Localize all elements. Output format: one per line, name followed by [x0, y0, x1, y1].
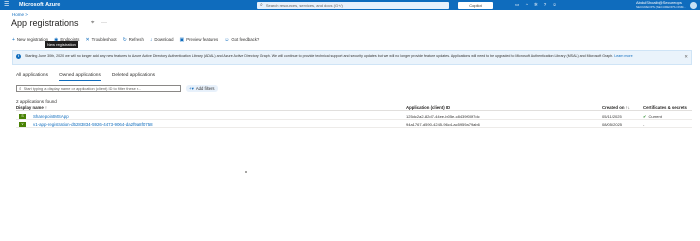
filter-input[interactable]	[23, 85, 179, 92]
certificates-status-text: Current	[648, 113, 662, 119]
wrench-icon: ✕	[85, 36, 90, 43]
hamburger-menu-icon[interactable]: ☰	[4, 1, 9, 9]
page-title: App registrations	[11, 18, 79, 28]
app-name-link[interactable]: v1-app-registration-d5283834-5926-4473-9…	[33, 122, 153, 127]
pin-icon[interactable]: ⌖	[91, 20, 94, 27]
preview-features-button[interactable]: ▣ Preview features	[179, 37, 218, 43]
download-label: Download	[154, 37, 174, 42]
certificates-status-text: -	[643, 121, 645, 127]
terminal-icon[interactable]: ▭	[515, 1, 519, 9]
copilot-button[interactable]: Copilot	[458, 1, 493, 9]
user-directory: SECUREOPS (SECUREOPS.ONM...	[636, 5, 686, 9]
client-id: 94a1767-d590-4245-96c4-ac5959a79ab6	[406, 121, 480, 127]
column-client-id: Application (client) ID	[406, 105, 451, 110]
account-info[interactable]: AbdulShoaib@Secureops SECUREOPS (SECUREO…	[636, 0, 686, 9]
search-icon: ⌕	[260, 1, 263, 8]
gear-icon[interactable]: ✲	[534, 1, 538, 9]
global-search[interactable]: ⌕ Search resources, services, and docs (…	[257, 1, 449, 9]
add-filters-label: Add filters	[195, 86, 215, 91]
more-options-icon[interactable]: ···	[101, 20, 107, 26]
app-avatar: v	[19, 121, 26, 127]
feedback-icon: ☺	[224, 36, 230, 43]
troubleshoot-button[interactable]: ✕ Troubleshoot	[85, 37, 116, 43]
certificates-status: ✔ Current	[643, 114, 662, 119]
info-banner: i Starting June 30th, 2020 we will no lo…	[12, 50, 692, 65]
plus-icon: +	[12, 36, 15, 43]
banner-message: Starting June 30th, 2020 we will no long…	[25, 53, 614, 58]
top-bar: ☰ Microsoft Azure ⌕ Search resources, se…	[0, 0, 700, 10]
download-button[interactable]: ↓ Download	[150, 37, 174, 43]
troubleshoot-label: Troubleshoot	[91, 37, 117, 42]
tab-list: All applications Owned applications Dele…	[16, 73, 166, 81]
info-icon: i	[16, 54, 21, 59]
help-icon[interactable]: ?	[544, 1, 547, 9]
feedback-icon[interactable]: ☺	[552, 1, 557, 9]
app-avatar: S	[19, 113, 26, 119]
cursor-dot	[245, 171, 247, 173]
check-circle-icon: ✔	[643, 113, 647, 119]
tooltip: New registration	[45, 41, 78, 48]
avatar[interactable]	[690, 1, 697, 9]
global-search-placeholder: Search resources, services, and docs (G+…	[265, 2, 343, 8]
breadcrumb[interactable]: Home >	[12, 12, 28, 17]
new-registration-label: New registration	[16, 37, 48, 42]
app-name-link[interactable]: SharepointMSApp	[33, 114, 69, 119]
topbar-icons: ▭ ◔ ✲ ? ☺	[515, 1, 557, 9]
add-filter-icon: +▾	[189, 85, 194, 91]
certificates-status: -	[643, 122, 644, 127]
client-id: 125dc2a2-82d7-44ee-b05e-c8439f00f7dc	[406, 113, 480, 119]
table-row: v v1-app-registration-d5283834-5926-4473…	[16, 120, 692, 128]
column-created-on[interactable]: Created on ↑↓	[602, 105, 630, 110]
tab-owned-applications[interactable]: Owned applications	[59, 73, 101, 81]
preview-icon: ▣	[179, 36, 185, 43]
add-filters-button[interactable]: +▾ Add filters	[186, 85, 218, 92]
tab-all-applications[interactable]: All applications	[16, 73, 48, 81]
created-on: 05/11/2025	[602, 113, 622, 119]
new-registration-button[interactable]: + New registration	[12, 37, 48, 43]
column-certificates: Certificates & secrets	[643, 105, 687, 110]
results-count: 2 applications found	[16, 99, 57, 104]
tab-deleted-applications[interactable]: Deleted applications	[112, 73, 155, 81]
column-display-name[interactable]: Display name ↑	[16, 105, 47, 110]
filter-box: ⌕	[16, 85, 181, 92]
close-icon[interactable]: ✕	[684, 54, 688, 60]
preview-features-label: Preview features	[186, 37, 219, 42]
table-row: S SharepointMSApp 125dc2a2-82d7-44ee-b05…	[16, 112, 692, 120]
created-on: 08/05/2025	[602, 121, 623, 127]
table-header: Display name ↑ Application (client) ID C…	[16, 105, 692, 111]
bell-icon[interactable]: ◔	[525, 1, 528, 9]
learn-more-link[interactable]: Learn more	[614, 54, 632, 58]
refresh-icon: ↻	[122, 36, 127, 43]
got-feedback-button[interactable]: ☺ Got feedback?	[224, 37, 259, 43]
download-icon: ↓	[149, 36, 153, 43]
got-feedback-label: Got feedback?	[231, 37, 260, 42]
search-icon: ⌕	[19, 86, 22, 91]
banner-text: Starting June 30th, 2020 we will no long…	[25, 54, 680, 59]
brand-title[interactable]: Microsoft Azure	[19, 1, 60, 9]
refresh-label: Refresh	[128, 37, 144, 42]
refresh-button[interactable]: ↻ Refresh	[123, 37, 144, 43]
